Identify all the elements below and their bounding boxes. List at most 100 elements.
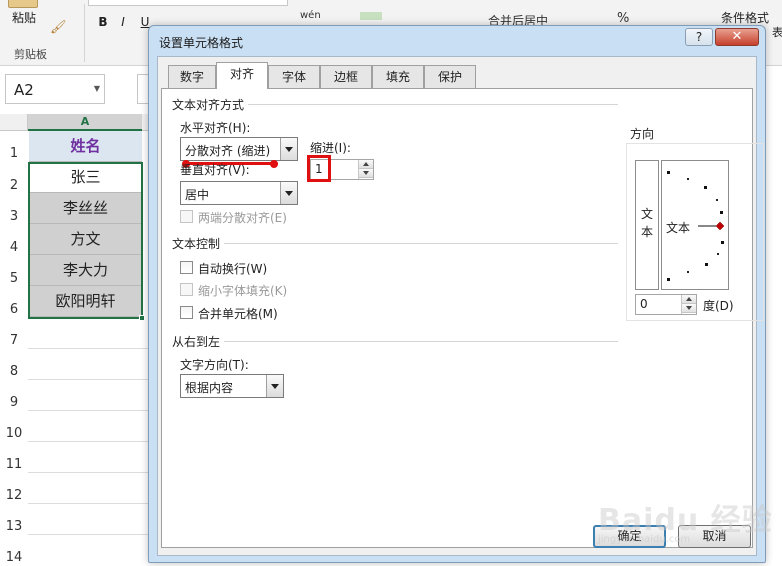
text-alignment-section-title: 文本对齐方式 xyxy=(172,98,245,112)
clipboard-group-label: 剪贴板 xyxy=(14,48,47,61)
justify-distributed-checkbox[interactable] xyxy=(180,210,193,223)
degrees-spinner[interactable]: 0 xyxy=(635,294,697,315)
text-control-section-title: 文本控制 xyxy=(172,237,221,251)
orientation-dial[interactable]: 文本 xyxy=(661,160,729,290)
row-header[interactable]: 4 xyxy=(0,240,28,255)
vertical-text-char: 文 xyxy=(641,207,654,221)
tab-number[interactable]: 数字 xyxy=(168,65,216,88)
vertical-align-select[interactable]: 居中 xyxy=(180,181,298,205)
tab-border[interactable]: 边框 xyxy=(320,65,372,88)
wrap-text-label: 自动换行(W) xyxy=(198,262,268,276)
name-box[interactable]: A2 ▼ xyxy=(5,74,105,104)
indent-label: 缩进(I): xyxy=(310,141,351,155)
horizontal-align-value: 分散对齐 (缩进) xyxy=(185,144,271,158)
spin-down-icon[interactable] xyxy=(359,169,373,178)
tab-fill[interactable]: 填充 xyxy=(372,65,424,88)
ribbon-divider xyxy=(84,4,85,62)
chevron-down-icon[interactable] xyxy=(280,138,297,160)
spin-down-icon[interactable] xyxy=(682,304,696,313)
text-direction-value: 根据内容 xyxy=(185,381,234,395)
annotation-highlight-box xyxy=(307,155,331,182)
shrink-to-fit-checkbox[interactable] xyxy=(180,283,193,296)
gridline xyxy=(28,503,150,504)
section-divider xyxy=(248,104,618,105)
text-direction-label: 文字方向(T): xyxy=(180,358,249,372)
dialog-body: 数字 对齐 字体 边框 填充 保护 文本对齐方式 水平对齐(H): 分散对齐 (… xyxy=(157,56,764,556)
spinner-buttons[interactable] xyxy=(681,295,696,314)
cell-a1[interactable]: 姓名 xyxy=(29,131,142,162)
text-direction-select[interactable]: 根据内容 xyxy=(180,374,284,398)
format-painter-icon[interactable]: 🖌 xyxy=(50,20,68,35)
vertical-text-toggle[interactable]: 文 本 xyxy=(635,160,659,290)
watermark-url: jingyan.baidu.com xyxy=(598,534,691,545)
orientation-section-title: 方向 xyxy=(630,127,655,141)
spin-up-icon[interactable] xyxy=(359,160,373,169)
fill-handle[interactable] xyxy=(139,315,145,321)
help-button[interactable]: ? xyxy=(685,28,713,46)
shrink-to-fit-label: 缩小字体填充(K) xyxy=(198,284,288,298)
italic-button[interactable]: I xyxy=(114,13,132,31)
merge-cells-checkbox[interactable] xyxy=(180,306,193,319)
row-header[interactable]: 7 xyxy=(0,333,28,348)
row-header[interactable]: 10 xyxy=(0,426,28,441)
wrap-text-checkbox[interactable] xyxy=(180,261,193,274)
bold-button[interactable]: B xyxy=(94,13,112,31)
format-as-table-button[interactable]: 表 xyxy=(772,24,782,40)
section-divider xyxy=(224,341,618,342)
row-header[interactable]: 14 xyxy=(0,550,28,565)
spin-up-icon[interactable] xyxy=(682,295,696,304)
name-box-value: A2 xyxy=(14,81,34,99)
format-cells-dialog: 设置单元格格式 ? ✕ 数字 对齐 字体 边框 填充 保护 文本对齐方式 水平对… xyxy=(148,25,766,563)
degrees-label: 度(D) xyxy=(703,299,734,313)
vertical-align-label: 垂直对齐(V): xyxy=(180,163,250,177)
phonetic-button[interactable]: wén xyxy=(300,10,321,21)
chevron-down-icon[interactable] xyxy=(280,182,297,204)
tab-protection[interactable]: 保护 xyxy=(424,65,476,88)
spinner-buttons[interactable] xyxy=(358,160,373,179)
justify-distributed-label: 两端分散对齐(E) xyxy=(198,211,287,225)
gridline xyxy=(28,348,150,349)
selection-range xyxy=(28,162,143,319)
row-header[interactable]: 3 xyxy=(0,209,28,224)
row-header[interactable]: 6 xyxy=(0,302,28,317)
row-header[interactable]: 1 xyxy=(0,146,28,161)
row-header[interactable]: 12 xyxy=(0,488,28,503)
orientation-dial-text: 文本 xyxy=(666,221,691,235)
gridline xyxy=(28,534,150,535)
percent-button[interactable]: % xyxy=(617,11,629,26)
row-header[interactable]: 9 xyxy=(0,395,28,410)
conditional-format-button[interactable]: 条件格式 xyxy=(721,9,769,26)
annotation-dot xyxy=(270,160,278,168)
gridline xyxy=(28,410,150,411)
align-center-icon[interactable] xyxy=(360,12,382,20)
close-button[interactable]: ✕ xyxy=(715,28,759,46)
font-name-combo[interactable] xyxy=(88,0,288,6)
chevron-down-icon[interactable] xyxy=(266,375,283,397)
paste-button[interactable]: 粘贴 xyxy=(12,9,36,26)
gridline xyxy=(28,472,150,473)
row-header[interactable]: 2 xyxy=(0,178,28,193)
row-header[interactable]: 13 xyxy=(0,519,28,534)
row-header[interactable]: 11 xyxy=(0,457,28,472)
watermark-logo: Baidu 经验 xyxy=(598,503,773,538)
select-all-corner[interactable] xyxy=(0,114,28,131)
section-divider xyxy=(224,243,618,244)
degrees-value[interactable]: 0 xyxy=(640,297,648,311)
chevron-down-icon[interactable]: ▼ xyxy=(94,84,100,93)
column-header-a[interactable]: A xyxy=(28,114,142,131)
row-header[interactable]: 8 xyxy=(0,364,28,379)
vertical-text-char: 本 xyxy=(641,225,654,239)
vertical-align-value: 居中 xyxy=(185,188,210,202)
column-header-row: A xyxy=(0,114,150,131)
horizontal-align-select[interactable]: 分散对齐 (缩进) xyxy=(180,137,298,161)
gridline xyxy=(28,441,150,442)
tab-font[interactable]: 字体 xyxy=(268,65,320,88)
clipboard-icon[interactable] xyxy=(8,0,38,8)
merge-cells-label: 合并单元格(M) xyxy=(198,307,278,321)
horizontal-align-label: 水平对齐(H): xyxy=(180,121,251,135)
tab-alignment[interactable]: 对齐 xyxy=(216,62,268,89)
orientation-group: 文 本 文本 0 度(D) xyxy=(626,143,764,321)
rtl-section-title: 从右到左 xyxy=(172,335,221,349)
gridline xyxy=(28,379,150,380)
row-header[interactable]: 5 xyxy=(0,271,28,286)
